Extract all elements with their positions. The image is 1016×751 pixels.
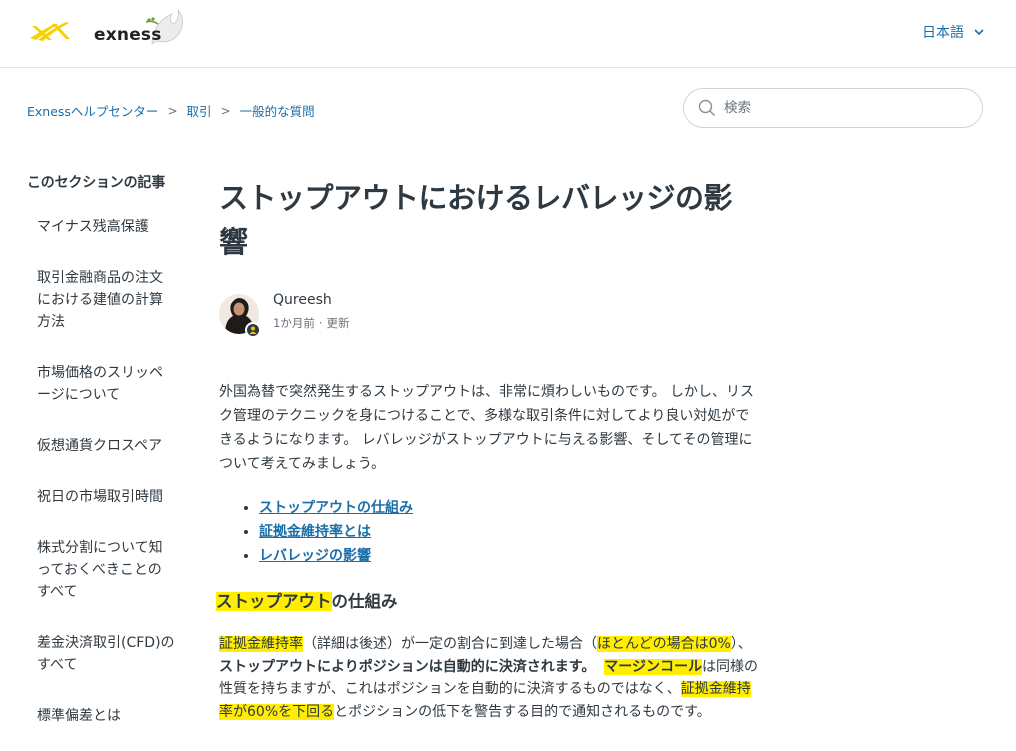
site-header: exness 日本語 [0,0,1016,68]
logo-text: exness [94,25,162,45]
sidebar-item-holiday-hours[interactable]: 祝日の市場取引時間 [27,486,187,508]
article: ストップアウトにおけるレバレッジの影響 Qureesh 1か月前 · 更新 外国… [216,176,809,723]
posted-time: 1か月前 [273,316,315,330]
section-heading: ストップアウトの仕組み [216,592,398,611]
author-info: Qureesh 1か月前 · 更新 [273,292,349,331]
updated-label: 更新 [326,316,350,330]
sidebar-article-list: マイナス残高保護 取引金融商品の注文 における建値の計算 方法 市場価格のスリッペー… [27,216,187,727]
bold-text: ストップアウトによりポジションは自動的に決済されます。 [219,658,596,675]
highlighted-text: ストップアウト [216,592,332,611]
highlighted-text: マージンコール [604,658,702,675]
search-icon [698,99,715,116]
meta-separator: · [318,316,323,330]
search-box[interactable] [683,88,983,128]
highlighted-text: 率が60%を下回る [219,703,335,720]
highlighted-text: 証拠金維持率 [219,636,303,652]
breadcrumb-trading[interactable]: 取引 [187,101,212,120]
language-selector[interactable]: 日本語 [922,22,984,42]
section-articles-sidebar: このセクションの記事 マイナス残高保護 取引金融商品の注文 における建値の計算 方法… [27,172,187,751]
article-title: ストップアウトにおけるレバレッジの影響 [219,181,733,259]
breadcrumb-general-questions[interactable]: 一般的な質問 [240,101,315,120]
toc-link-leverage-impact[interactable]: レバレッジの影響 [259,548,371,564]
toc-item: 証拠金維持率とは [259,520,809,544]
toc-link-stop-out-mechanism[interactable]: ストップアウトの仕組み [259,500,413,516]
language-label: 日本語 [922,25,964,41]
chevron-down-icon [974,29,984,35]
article-paragraph: 証拠金維持率（詳細は後述）が一定の割合に到達した場合（ほとんどの場合は0%）、 … [219,636,758,720]
sidebar-item-cfd[interactable]: 差金決済取引(CFD)の すべて [27,632,187,676]
sidebar-item-entry-price-calculation[interactable]: 取引金融商品の注文 における建値の計算 方法 [27,267,187,333]
sidebar-item-standard-deviation[interactable]: 標準偏差とは [27,705,187,727]
avatar[interactable] [219,294,261,338]
author-name[interactable]: Qureesh [273,292,349,308]
breadcrumb-separator: > [167,103,178,118]
breadcrumb-home[interactable]: Exnessヘルプセンター [27,101,158,120]
breadcrumb: Exnessヘルプセンター > 取引 > 一般的な質問 [27,101,315,120]
search-input[interactable] [724,100,964,116]
toc-item: ストップアウトの仕組み [259,496,809,520]
table-of-contents: ストップアウトの仕組み 証拠金維持率とは レバレッジの影響 [219,496,809,568]
sidebar-item-crypto-cross-pairs[interactable]: 仮想通貨クロスペア [27,435,187,457]
toc-link-margin-level[interactable]: 証拠金維持率とは [259,524,371,540]
exness-logo[interactable]: exness [28,6,188,58]
agent-badge-icon [245,322,261,338]
highlighted-text: ほとんどの場合は0% [597,636,731,652]
highlighted-text: 証拠金維持 [680,681,751,697]
article-meta: 1か月前 · 更新 [273,315,349,331]
article-intro: 外国為替で突然発生するストップアウトは、非常に煩わしいものです。 しかし、リス … [219,384,755,472]
sidebar-item-stock-split[interactable]: 株式分割について知 っておくべきことの すべて [27,537,187,603]
sidebar-title: このセクションの記事 [27,175,165,191]
sidebar-item-negative-balance-protection[interactable]: マイナス残高保護 [27,216,187,238]
breadcrumb-separator: > [220,103,231,118]
article-author: Qureesh 1か月前 · 更新 [219,292,809,338]
sidebar-item-slippage[interactable]: 市場価格のスリッペ ージについて [27,362,187,406]
toc-item: レバレッジの影響 [259,544,809,568]
